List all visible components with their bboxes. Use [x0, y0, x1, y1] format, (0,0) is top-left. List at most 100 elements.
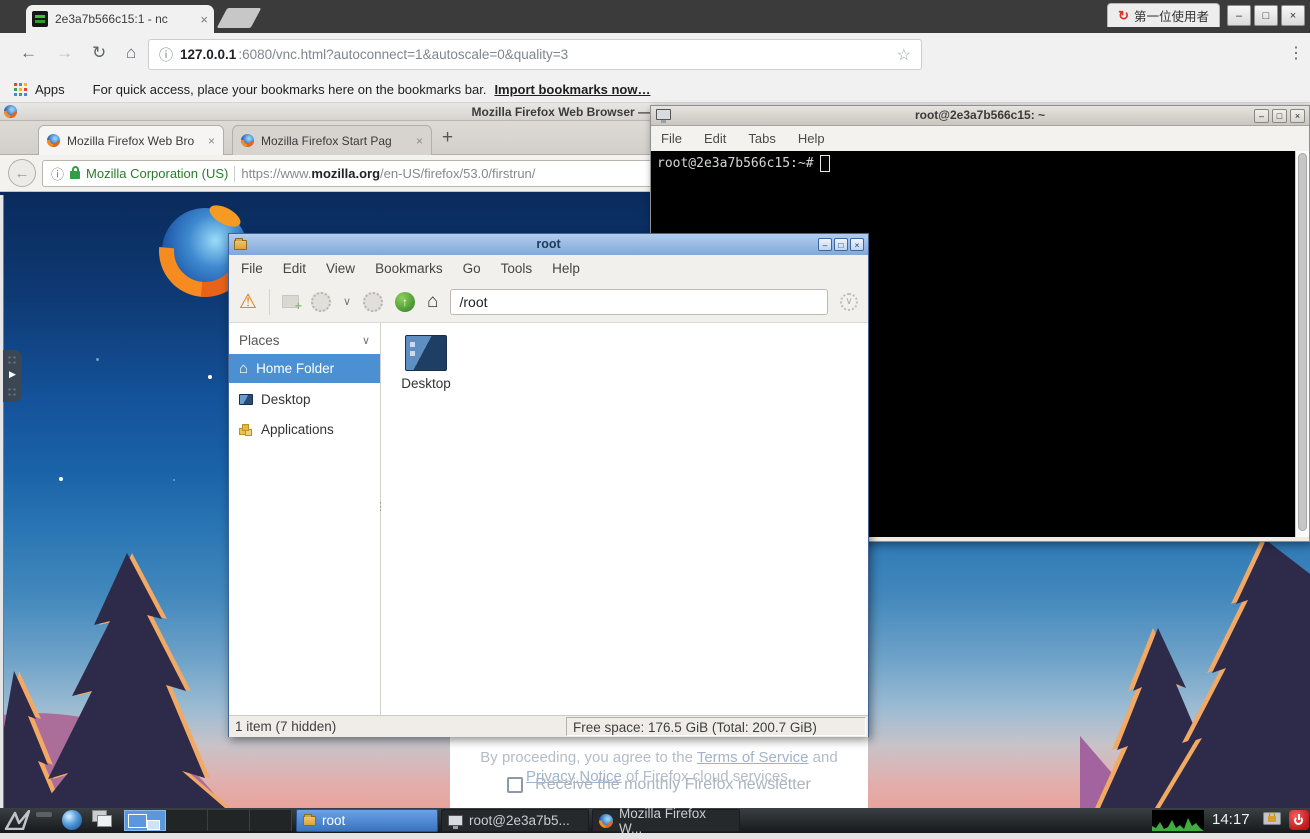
- workspace-1[interactable]: [124, 810, 166, 831]
- filemanager-window-controls: – □ ×: [818, 238, 864, 251]
- close-button[interactable]: ×: [850, 238, 864, 251]
- menu-help[interactable]: Help: [552, 261, 580, 276]
- profile-button[interactable]: ↻ 第一位使用者: [1107, 3, 1220, 27]
- up-directory-icon[interactable]: ↑: [395, 292, 415, 312]
- filemanager-titlebar[interactable]: root – □ ×: [229, 234, 868, 255]
- chrome-menu-icon[interactable]: ⋮: [1288, 43, 1304, 63]
- bookmarks-bar: Apps For quick access, place your bookma…: [0, 77, 1310, 103]
- terminal-icon: [448, 815, 463, 826]
- minimize-button[interactable]: –: [818, 238, 832, 251]
- filemanager-statusbar: 1 item (7 hidden) Free space: 176.5 GiB …: [229, 715, 868, 737]
- close-button[interactable]: ×: [1290, 109, 1305, 123]
- web-browser-launcher-icon[interactable]: [62, 810, 82, 830]
- terms-and: and: [809, 749, 838, 766]
- menu-tabs[interactable]: Tabs: [748, 131, 775, 146]
- jump-to-icon[interactable]: ∨: [840, 293, 858, 311]
- firefox-back-button[interactable]: ←: [8, 159, 36, 187]
- terms-of-service-link[interactable]: Terms of Service: [697, 749, 809, 766]
- file-list[interactable]: Desktop: [382, 323, 868, 715]
- workspace-2[interactable]: [166, 810, 208, 831]
- scrollbar-thumb[interactable]: [1298, 153, 1307, 531]
- sidebar-item-home[interactable]: ⌂ Home Folder: [229, 354, 380, 383]
- terminal-cursor: [820, 155, 830, 172]
- firefox-tab-inactive[interactable]: Mozilla Firefox Start Pag ×: [232, 125, 432, 155]
- menu-edit[interactable]: Edit: [283, 261, 306, 276]
- apps-label[interactable]: Apps: [35, 82, 65, 97]
- workspace-pager[interactable]: [124, 810, 292, 831]
- new-tab-button[interactable]: [217, 8, 262, 28]
- minimize-button[interactable]: –: [1254, 109, 1269, 123]
- terminal-scrollbar[interactable]: [1295, 151, 1309, 537]
- firefox-new-tab-icon[interactable]: +: [442, 127, 453, 149]
- home-icon[interactable]: ⌂: [427, 291, 438, 313]
- profile-label: 第一位使用者: [1134, 6, 1209, 25]
- screen-lock-icon[interactable]: [1262, 811, 1284, 830]
- terminal-prompt: root@2e3a7b566c15:~#: [657, 156, 814, 171]
- tab-close-icon[interactable]: ×: [200, 13, 208, 26]
- task-label: root: [322, 813, 345, 828]
- status-free-space: Free space: 176.5 GiB (Total: 200.7 GiB): [566, 717, 866, 736]
- file-item-desktop[interactable]: Desktop: [398, 335, 454, 391]
- workspace-3[interactable]: [208, 810, 250, 831]
- terms-prefix: By proceeding, you agree to the: [480, 749, 697, 766]
- forward-icon[interactable]: [363, 292, 383, 312]
- menu-help[interactable]: Help: [798, 131, 825, 146]
- places-header[interactable]: Places ∨: [229, 327, 380, 353]
- workspace-4[interactable]: [250, 810, 292, 831]
- page-info-icon[interactable]: ⓘ: [159, 45, 173, 65]
- menu-go[interactable]: Go: [463, 261, 481, 276]
- menu-tools[interactable]: Tools: [501, 261, 533, 276]
- task-label: root@2e3a7b5...: [469, 813, 570, 828]
- history-chevron-icon[interactable]: ∨: [343, 295, 351, 308]
- places-label: Places: [239, 333, 280, 348]
- maximize-button[interactable]: □: [834, 238, 848, 251]
- expand-arrow-icon: ▶: [9, 369, 16, 380]
- firefox-favicon-icon: [241, 134, 254, 147]
- close-button[interactable]: ×: [1281, 5, 1305, 26]
- sidebar-item-applications[interactable]: Applications: [229, 415, 380, 444]
- back-icon[interactable]: [311, 292, 331, 312]
- menu-edit[interactable]: Edit: [704, 131, 726, 146]
- sidebar-item-label: Applications: [261, 422, 334, 437]
- tab-close-icon[interactable]: ×: [416, 134, 423, 148]
- menu-file[interactable]: File: [241, 261, 263, 276]
- path-input[interactable]: [450, 289, 828, 315]
- tab-close-icon[interactable]: ×: [208, 134, 215, 148]
- maximize-button[interactable]: □: [1272, 109, 1287, 123]
- chrome-tab[interactable]: 2e3a7b566c15:1 - nc ×: [26, 5, 214, 33]
- clock[interactable]: 14:17: [1212, 811, 1250, 828]
- apps-grid-icon[interactable]: [14, 83, 27, 96]
- star-dot: [96, 358, 99, 361]
- filemanager-window: root – □ × File Edit View Bookmarks Go T…: [228, 233, 869, 737]
- sidebar-item-desktop[interactable]: Desktop: [229, 385, 380, 414]
- menu-view[interactable]: View: [326, 261, 355, 276]
- new-tab-icon[interactable]: [282, 295, 299, 308]
- menu-bookmarks[interactable]: Bookmarks: [375, 261, 443, 276]
- power-button[interactable]: [1289, 810, 1309, 830]
- firefox-icon: [599, 814, 613, 828]
- forward-icon[interactable]: →: [56, 43, 73, 63]
- newsletter-row: Receive the monthly Firefox newsletter: [450, 776, 868, 794]
- firefox-tab-active[interactable]: Mozilla Firefox Web Bro ×: [38, 125, 224, 155]
- taskbar-item-filemanager[interactable]: root: [296, 809, 438, 832]
- firefox-info-icon[interactable]: ⓘ: [51, 164, 64, 183]
- bookmark-star-icon[interactable]: ☆: [897, 45, 911, 65]
- terminal-titlebar[interactable]: root@2e3a7b566c15: ~ – □ ×: [651, 106, 1309, 126]
- home-icon[interactable]: ⌂: [126, 43, 136, 63]
- pane-splitter[interactable]: ⋮: [375, 505, 386, 510]
- back-icon[interactable]: ←: [20, 43, 37, 63]
- import-bookmarks-link[interactable]: Import bookmarks now…: [494, 82, 650, 97]
- identity-label[interactable]: Mozilla Corporation (US): [86, 166, 228, 181]
- omnibox[interactable]: ⓘ 127.0.0.1 :6080/vnc.html?autoconnect=1…: [148, 39, 922, 70]
- novnc-control-handle[interactable]: ▶: [3, 350, 22, 402]
- taskbar-item-terminal[interactable]: root@2e3a7b5...: [441, 809, 589, 832]
- reload-icon[interactable]: ↻: [92, 43, 106, 63]
- newsletter-checkbox[interactable]: [507, 777, 523, 793]
- lxde-menu-icon[interactable]: [4, 810, 30, 830]
- minimize-button[interactable]: –: [1227, 5, 1251, 26]
- desktop-icon: [239, 394, 253, 405]
- menu-file[interactable]: File: [661, 131, 682, 146]
- divider: [234, 166, 235, 182]
- taskbar-item-firefox[interactable]: Mozilla Firefox W...: [592, 809, 740, 832]
- maximize-button[interactable]: □: [1254, 5, 1278, 26]
